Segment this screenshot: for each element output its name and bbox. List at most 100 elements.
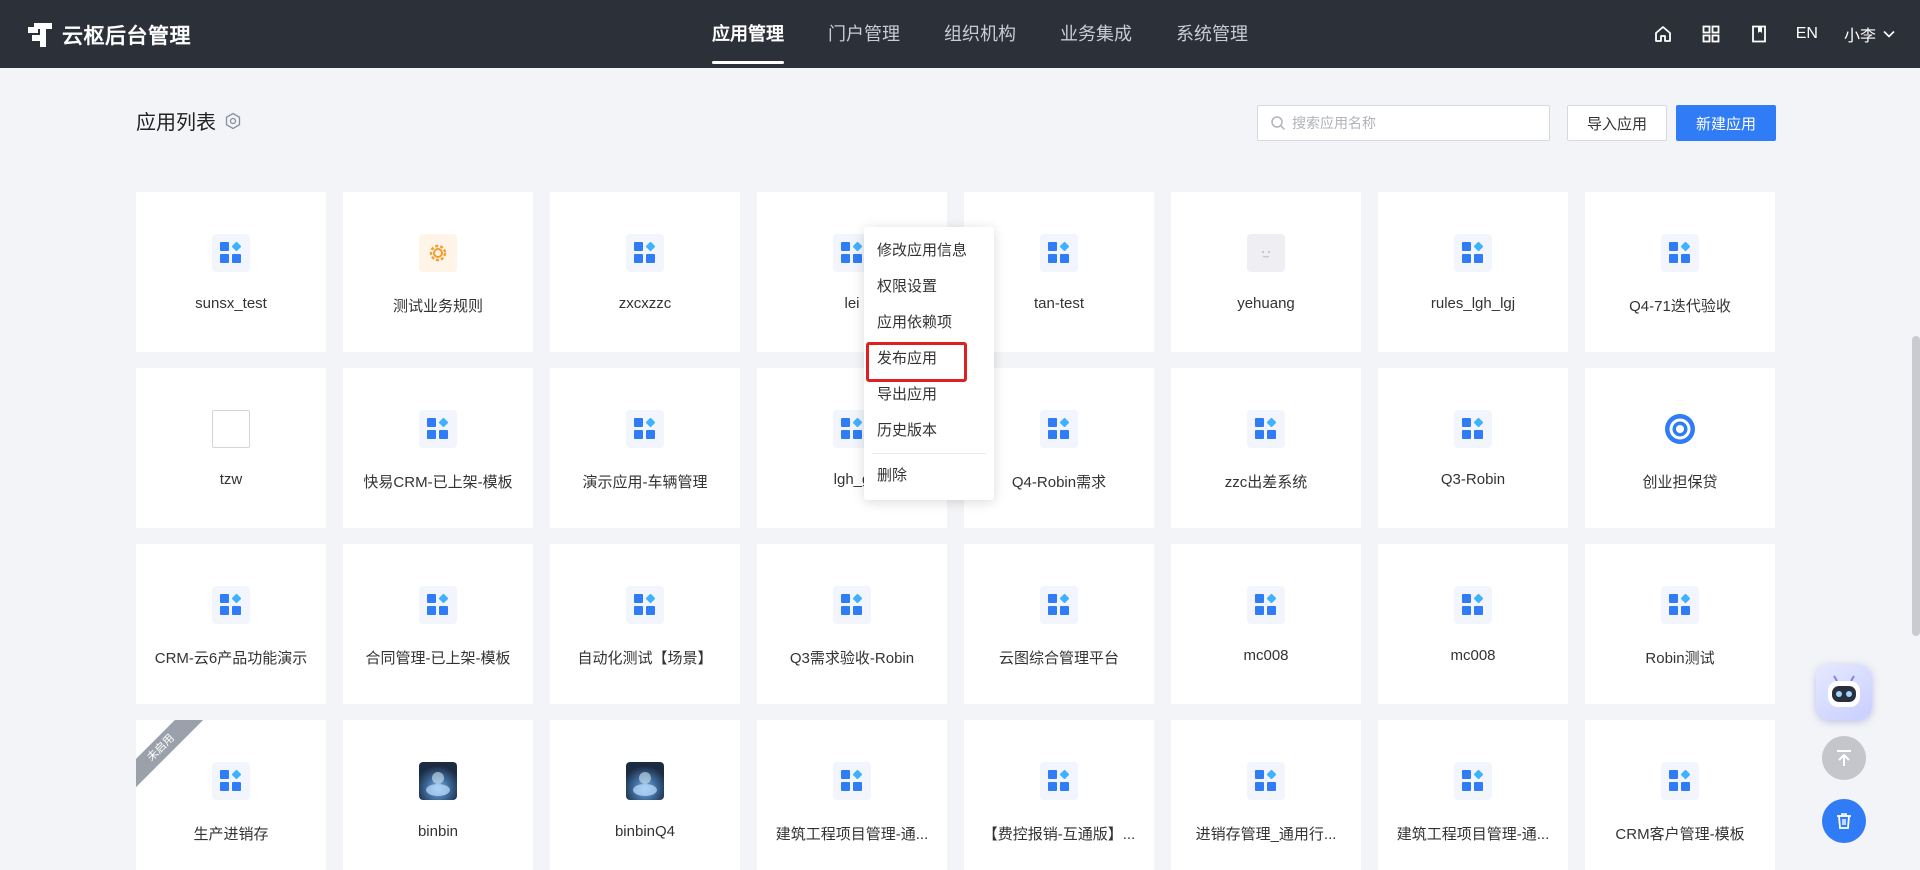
app-blocks-icon bbox=[1040, 234, 1078, 272]
app-card[interactable]: 合同管理-已上架-模板 bbox=[343, 544, 533, 704]
menu-edit-app-info[interactable]: 修改应用信息 bbox=[864, 233, 994, 269]
app-blocks-icon bbox=[1661, 762, 1699, 800]
app-card[interactable]: 【费控报销-互通版】... bbox=[964, 720, 1154, 870]
grid-icon[interactable] bbox=[1700, 23, 1722, 45]
app-card[interactable]: Q3-Robin bbox=[1378, 368, 1568, 528]
nav-business-integration[interactable]: 业务集成 bbox=[1038, 0, 1154, 68]
menu-permission-settings[interactable]: 权限设置 bbox=[864, 269, 994, 305]
settings-hex-icon[interactable] bbox=[224, 112, 242, 130]
app-blocks-icon bbox=[1247, 586, 1285, 624]
broken-image-icon bbox=[212, 410, 250, 448]
chevron-down-icon bbox=[1883, 30, 1895, 38]
app-card[interactable]: sunsx_test bbox=[136, 192, 326, 352]
app-card[interactable]: 云图综合管理平台 bbox=[964, 544, 1154, 704]
recycle-bin-button[interactable] bbox=[1822, 799, 1866, 843]
app-card[interactable]: yehuang bbox=[1171, 192, 1361, 352]
app-card[interactable]: CRM客户管理-模板 bbox=[1585, 720, 1775, 870]
assistant-robot-button[interactable] bbox=[1816, 664, 1872, 720]
app-blocks-icon bbox=[833, 586, 871, 624]
app-blocks-icon bbox=[419, 586, 457, 624]
home-icon[interactable] bbox=[1652, 23, 1674, 45]
nav-organization[interactable]: 组织机构 bbox=[922, 0, 1038, 68]
app-card[interactable]: mc008 bbox=[1171, 544, 1361, 704]
page-scrollbar[interactable] bbox=[1912, 336, 1920, 636]
app-context-menu: 修改应用信息 权限设置 应用依赖项 发布应用 导出应用 历史版本 删除 bbox=[864, 227, 994, 500]
app-card-name: 云图综合管理平台 bbox=[998, 650, 1119, 667]
menu-publish-app[interactable]: 发布应用 bbox=[864, 341, 994, 382]
nav-app-management[interactable]: 应用管理 bbox=[690, 0, 806, 68]
user-menu[interactable]: 小李 bbox=[1844, 22, 1896, 46]
app-blocks-icon bbox=[1247, 410, 1285, 448]
app-card-name: Q4-Robin需求 bbox=[1011, 474, 1107, 491]
app-blocks-icon bbox=[1454, 234, 1492, 272]
app-card[interactable]: 生产进销存 未启用 bbox=[136, 720, 326, 870]
language-switch[interactable]: EN bbox=[1796, 25, 1818, 43]
app-card-name: rules_lgh_lgj bbox=[1430, 295, 1516, 312]
app-card[interactable]: 建筑工程项目管理-通... bbox=[1378, 720, 1568, 870]
photo-avatar-icon bbox=[626, 762, 664, 800]
app-card[interactable]: Q4-71迭代验收 bbox=[1585, 192, 1775, 352]
app-card[interactable]: binbin bbox=[343, 720, 533, 870]
app-card-name: Robin测试 bbox=[1645, 650, 1715, 667]
app-card-name: Q3-Robin bbox=[1440, 471, 1506, 488]
app-card[interactable]: zxcxzzc bbox=[550, 192, 740, 352]
robot-icon bbox=[1828, 675, 1860, 707]
arrow-up-icon bbox=[1837, 750, 1851, 766]
logo[interactable]: 云枢后台管理 bbox=[28, 20, 191, 50]
new-app-button[interactable]: 新建应用 bbox=[1676, 105, 1776, 141]
app-card[interactable]: 测试业务规则 bbox=[343, 192, 533, 352]
app-card[interactable]: mc008 bbox=[1378, 544, 1568, 704]
book-icon[interactable] bbox=[1748, 23, 1770, 45]
app-card-name: 建筑工程项目管理-通... bbox=[1396, 826, 1550, 843]
app-card[interactable]: binbinQ4 bbox=[550, 720, 740, 870]
app-card-name: tan-test bbox=[1033, 295, 1085, 312]
app-card-name: mc008 bbox=[1243, 647, 1289, 664]
app-card[interactable]: Robin测试 bbox=[1585, 544, 1775, 704]
app-blocks-icon bbox=[1454, 762, 1492, 800]
trash-icon bbox=[1837, 813, 1851, 829]
app-blocks-icon bbox=[626, 234, 664, 272]
app-card-name: CRM客户管理-模板 bbox=[1615, 826, 1745, 843]
app-card-name: 合同管理-已上架-模板 bbox=[365, 650, 511, 667]
app-card-name: yehuang bbox=[1237, 295, 1295, 312]
search-box bbox=[1257, 105, 1550, 141]
app-card[interactable]: 快易CRM-已上架-模板 bbox=[343, 368, 533, 528]
app-blocks-icon bbox=[626, 586, 664, 624]
search-input[interactable] bbox=[1292, 115, 1532, 131]
nav-portal-management[interactable]: 门户管理 bbox=[806, 0, 922, 68]
app-card[interactable]: Q3需求验收-Robin bbox=[757, 544, 947, 704]
app-card-name: mc008 bbox=[1450, 647, 1496, 664]
app-card[interactable]: 创业担保贷 bbox=[1585, 368, 1775, 528]
menu-delete-app[interactable]: 删除 bbox=[864, 458, 994, 494]
app-card-name: binbin bbox=[417, 823, 459, 840]
app-card-name: 进销存管理_通用行... bbox=[1195, 826, 1337, 843]
menu-export-app[interactable]: 导出应用 bbox=[864, 377, 994, 413]
app-blocks-icon bbox=[1454, 586, 1492, 624]
app-card[interactable]: 进销存管理_通用行... bbox=[1171, 720, 1361, 870]
app-card-name: 【费控报销-互通版】... bbox=[982, 826, 1136, 843]
app-card[interactable]: 建筑工程项目管理-通... bbox=[757, 720, 947, 870]
menu-app-dependencies[interactable]: 应用依赖项 bbox=[864, 305, 994, 341]
page-header: 应用列表 bbox=[136, 106, 242, 135]
app-card[interactable]: 演示应用-车辆管理 bbox=[550, 368, 740, 528]
app-blocks-icon bbox=[1040, 762, 1078, 800]
app-card[interactable]: tzw bbox=[136, 368, 326, 528]
user-name: 小李 bbox=[1843, 28, 1876, 45]
gear-icon bbox=[419, 234, 457, 272]
app-card[interactable]: 自动化测试【场景】 bbox=[550, 544, 740, 704]
app-card-name: 演示应用-车辆管理 bbox=[582, 474, 708, 491]
app-card-name: 建筑工程项目管理-通... bbox=[775, 826, 929, 843]
circle-logo-icon bbox=[1661, 410, 1699, 448]
menu-divider bbox=[872, 453, 986, 454]
app-card-name: 自动化测试【场景】 bbox=[577, 650, 713, 667]
app-card[interactable]: rules_lgh_lgj bbox=[1378, 192, 1568, 352]
menu-version-history[interactable]: 历史版本 bbox=[864, 413, 994, 449]
app-card[interactable]: CRM-云6产品功能演示 bbox=[136, 544, 326, 704]
import-app-button[interactable]: 导入应用 bbox=[1567, 105, 1667, 141]
app-blocks-icon bbox=[1454, 410, 1492, 448]
app-card[interactable]: zzc出差系统 bbox=[1171, 368, 1361, 528]
nav-system-management[interactable]: 系统管理 bbox=[1154, 0, 1270, 68]
app-card-name: 测试业务规则 bbox=[392, 298, 483, 315]
app-card-name: zxcxzzc bbox=[618, 295, 672, 312]
back-to-top-button[interactable] bbox=[1822, 736, 1866, 780]
